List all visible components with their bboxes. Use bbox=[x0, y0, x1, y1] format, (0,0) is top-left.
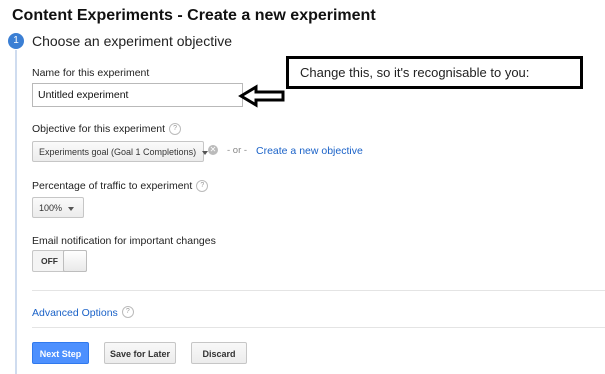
name-field-label: Name for this experiment bbox=[32, 67, 150, 79]
step-connector-line bbox=[15, 50, 17, 374]
help-icon[interactable]: ? bbox=[169, 123, 182, 136]
save-for-later-button[interactable]: Save for Later bbox=[104, 342, 176, 364]
email-notification-toggle[interactable]: OFF bbox=[32, 250, 87, 272]
email-label: Email notification for important changes bbox=[32, 235, 216, 247]
objective-label: Objective for this experiment? bbox=[32, 123, 182, 136]
next-step-button[interactable]: Next Step bbox=[32, 342, 89, 364]
step-number-badge: 1 bbox=[8, 33, 24, 49]
toggle-state-label: OFF bbox=[41, 256, 58, 266]
traffic-label: Percentage of traffic to experiment? bbox=[32, 180, 209, 193]
page-title: Content Experiments - Create a new exper… bbox=[12, 7, 376, 24]
step-title: Choose an experiment objective bbox=[32, 33, 233, 49]
clear-icon[interactable]: ✕ bbox=[208, 145, 218, 155]
objective-selected-value: Experiments goal (Goal 1 Completions) bbox=[39, 147, 197, 157]
advanced-options-row: Advanced Options? bbox=[32, 303, 134, 321]
section-divider bbox=[32, 290, 605, 291]
advanced-options-link[interactable]: Advanced Options bbox=[32, 307, 118, 319]
experiment-name-input[interactable] bbox=[32, 83, 243, 107]
discard-button[interactable]: Discard bbox=[191, 342, 247, 364]
traffic-select[interactable]: 100% bbox=[32, 197, 84, 218]
left-arrow-icon bbox=[238, 84, 285, 108]
help-icon[interactable]: ? bbox=[121, 305, 134, 318]
toggle-knob[interactable] bbox=[63, 250, 87, 272]
section-divider bbox=[32, 327, 605, 328]
annotation-callout: Change this, so it's recognisable to you… bbox=[286, 56, 583, 89]
objective-label-text: Objective for this experiment bbox=[32, 123, 166, 135]
or-separator: - or - bbox=[227, 145, 248, 156]
help-icon[interactable]: ? bbox=[196, 180, 209, 193]
traffic-label-text: Percentage of traffic to experiment bbox=[32, 180, 193, 192]
traffic-selected-value: 100% bbox=[39, 203, 63, 213]
create-objective-link[interactable]: Create a new objective bbox=[256, 145, 363, 157]
chevron-down-icon bbox=[68, 206, 75, 211]
objective-select[interactable]: Experiments goal (Goal 1 Completions) bbox=[32, 141, 209, 162]
